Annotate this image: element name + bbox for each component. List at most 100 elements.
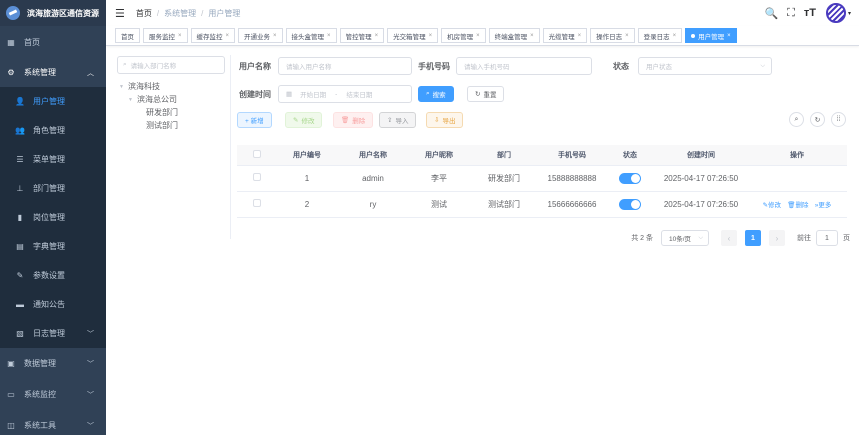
page-size-select[interactable]: 10条/页 ⌵ bbox=[661, 230, 709, 246]
edit-button[interactable]: ✎ 修改 bbox=[285, 112, 323, 128]
row-delete-link[interactable]: 🗑删除 bbox=[787, 202, 808, 209]
panel-divider bbox=[230, 55, 231, 239]
tag-label: 管控管理 bbox=[345, 33, 372, 41]
row-edit-link[interactable]: ✎修改 bbox=[763, 202, 781, 209]
sidebar-item-menus[interactable]: ☰ 菜单管理 bbox=[0, 145, 106, 174]
status-switch[interactable] bbox=[619, 172, 641, 184]
select-all-checkbox[interactable] bbox=[253, 149, 261, 158]
page-number-current[interactable]: 1 bbox=[745, 230, 761, 246]
sidebar-item-system[interactable]: ⚙ 系统管理 ︿ bbox=[0, 58, 106, 87]
sidebar-item-home[interactable]: ▦ 首页 bbox=[0, 26, 106, 58]
sidebar-item-roles[interactable]: 👥 角色管理 bbox=[0, 116, 106, 145]
tag-splice-box[interactable]: 接头盒管理 × bbox=[285, 28, 337, 43]
tag-terminal-box[interactable]: 终端盒管理 × bbox=[488, 28, 540, 43]
sidebar-item-posts[interactable]: ▮ 岗位管理 bbox=[0, 203, 106, 232]
row-select-cell[interactable] bbox=[237, 191, 277, 218]
breadcrumb-item-current: 用户管理 bbox=[208, 8, 241, 18]
toggle-search-button[interactable]: ⌕ bbox=[789, 112, 804, 127]
sidebar-item-notice[interactable]: ▬ 通知公告 bbox=[0, 290, 106, 319]
sidebar-item-depts[interactable]: ⊥ 部门管理 bbox=[0, 174, 106, 203]
pager-total: 共 2 条 bbox=[631, 235, 653, 242]
status-switch[interactable] bbox=[619, 198, 641, 210]
search-icon[interactable]: 🔍 bbox=[764, 7, 778, 20]
close-icon[interactable]: × bbox=[578, 33, 582, 39]
refresh-button[interactable]: ↻ bbox=[810, 112, 825, 127]
tree-node-rd[interactable]: 研发部门 bbox=[117, 106, 225, 119]
prev-page-button[interactable]: ‹ bbox=[721, 230, 737, 246]
close-icon[interactable]: × bbox=[727, 33, 731, 39]
close-icon[interactable]: × bbox=[476, 33, 480, 39]
sidebar-item-logs[interactable]: ▧ 日志管理 ﹀ bbox=[0, 319, 106, 348]
sidebar-item-data[interactable]: ▣ 数据管理 ﹀ bbox=[0, 348, 106, 379]
close-icon[interactable]: × bbox=[178, 33, 182, 39]
chevron-down-icon: ⌵ bbox=[760, 62, 765, 69]
tag-cache-monitor[interactable]: 缓存监控 × bbox=[190, 28, 236, 43]
tag-home[interactable]: 首页 bbox=[115, 28, 140, 43]
tree-node-label: 研发部门 bbox=[146, 108, 178, 117]
row-select-cell[interactable] bbox=[237, 165, 277, 192]
upload-icon: ⇪ bbox=[387, 117, 393, 124]
phone-input[interactable]: 请输入手机号码 bbox=[456, 57, 592, 75]
tag-oper-log[interactable]: 操作日志 × bbox=[590, 28, 635, 43]
date-range-picker[interactable]: ▦ 开始日期 - 结束日期 bbox=[278, 85, 412, 103]
fullscreen-icon[interactable]: ⛶ bbox=[787, 7, 795, 20]
grid-icon: ⁞⁞ bbox=[836, 116, 841, 123]
cell-phone: 15666666666 bbox=[539, 191, 605, 218]
close-icon[interactable]: × bbox=[625, 33, 629, 39]
close-icon[interactable]: × bbox=[673, 33, 677, 39]
tag-cross-box[interactable]: 光交箱管理 × bbox=[387, 28, 439, 43]
select-all-cell[interactable] bbox=[237, 145, 277, 166]
add-button[interactable]: + 新增 bbox=[237, 112, 272, 128]
sidebar-item-dict[interactable]: ▤ 字典管理 bbox=[0, 232, 106, 261]
reset-button[interactable]: ↻ 重置 bbox=[467, 86, 505, 102]
tag-machine-room[interactable]: 机房管理 × bbox=[441, 28, 486, 43]
app-logo[interactable]: 滨海旅游区通信资源 bbox=[0, 0, 106, 26]
close-icon[interactable]: × bbox=[273, 33, 277, 39]
font-size-icon[interactable]: тT bbox=[804, 7, 816, 19]
import-button[interactable]: ⇪ 导入 bbox=[379, 112, 417, 128]
tag-open-business[interactable]: 开通业务 × bbox=[238, 28, 283, 43]
sidebar-item-config[interactable]: ✎ 参数设置 bbox=[0, 261, 106, 290]
tag-label: 开通业务 bbox=[244, 33, 271, 41]
username-input[interactable]: 请输入用户名称 bbox=[278, 57, 412, 75]
caret-down-icon[interactable]: ▾ bbox=[848, 10, 851, 17]
search-button-label: 搜索 bbox=[432, 92, 446, 99]
cell-phone: 15888888888 bbox=[539, 165, 605, 192]
sidebar-item-tools[interactable]: ◫ 系统工具 ﹀ bbox=[0, 410, 106, 435]
dept-search-input[interactable]: ⌕ 请输入部门名称 bbox=[117, 56, 225, 74]
status-select[interactable]: 用户状态 ⌵ bbox=[638, 57, 772, 75]
columns-button[interactable]: ⁞⁞ bbox=[831, 112, 846, 127]
tag-cable[interactable]: 光缆管理 × bbox=[542, 28, 588, 43]
tag-login-log[interactable]: 登录日志 × bbox=[637, 28, 683, 43]
goto-page-input[interactable]: 1 bbox=[816, 230, 838, 246]
row-checkbox[interactable] bbox=[253, 173, 261, 181]
col-username: 用户名称 bbox=[337, 145, 409, 166]
close-icon[interactable]: × bbox=[327, 33, 331, 39]
export-button[interactable]: ⇩ 导出 bbox=[426, 112, 464, 128]
search-icon: ⌕ bbox=[794, 115, 799, 123]
hamburger-icon[interactable]: ☰ bbox=[115, 7, 125, 20]
goto-label: 前往 bbox=[797, 235, 811, 242]
delete-button[interactable]: 🗑 删除 bbox=[333, 112, 374, 128]
tree-node-company[interactable]: ▼ 滨海总公司 bbox=[117, 93, 225, 106]
row-checkbox[interactable] bbox=[253, 199, 261, 207]
next-page-button[interactable]: › bbox=[769, 230, 785, 246]
sidebar-item-users[interactable]: 👤 用户管理 bbox=[0, 87, 106, 116]
tag-user-mgmt[interactable]: 用户管理 × bbox=[685, 28, 737, 43]
close-icon[interactable]: × bbox=[530, 33, 534, 39]
tag-server-monitor[interactable]: 服务监控 × bbox=[143, 28, 188, 43]
breadcrumb-item-home[interactable]: 首页 bbox=[136, 9, 152, 18]
search-button[interactable]: ⌕ 搜索 bbox=[418, 86, 454, 102]
tag-label: 光交箱管理 bbox=[393, 33, 426, 41]
cell-created: 2025-04-17 07:26:50 bbox=[655, 165, 747, 192]
row-more-link[interactable]: »更多 bbox=[815, 202, 832, 209]
tag-label: 首页 bbox=[121, 33, 134, 41]
close-icon[interactable]: × bbox=[226, 33, 230, 39]
tree-node-root[interactable]: ▼ 滨海科技 bbox=[117, 80, 225, 93]
close-icon[interactable]: × bbox=[375, 33, 379, 39]
avatar[interactable] bbox=[825, 3, 846, 23]
sidebar-item-monitor[interactable]: ▭ 系统监控 ﹀ bbox=[0, 379, 106, 410]
tag-control[interactable]: 管控管理 × bbox=[339, 28, 385, 43]
tree-node-test[interactable]: 测试部门 bbox=[117, 119, 225, 132]
close-icon[interactable]: × bbox=[429, 33, 433, 39]
